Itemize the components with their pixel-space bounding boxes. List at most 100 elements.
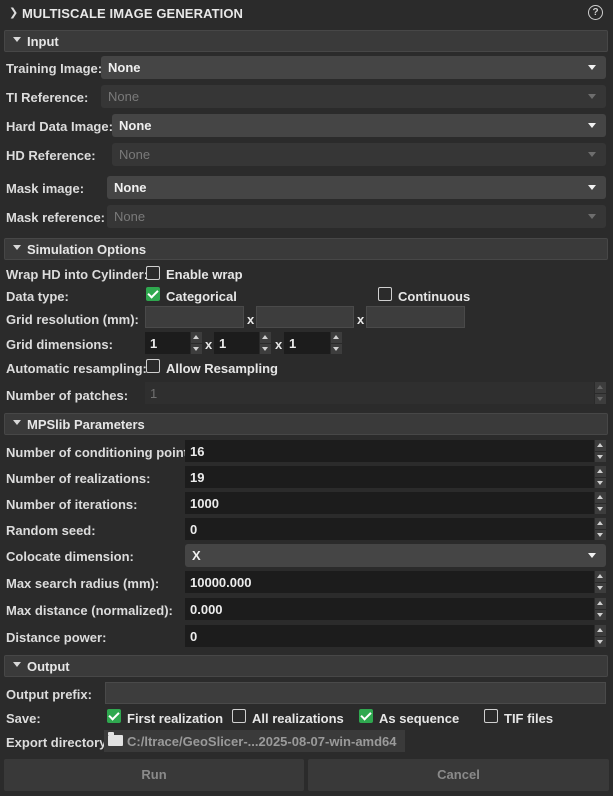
folder-icon <box>108 732 123 746</box>
save-label: Save: <box>6 711 41 726</box>
max-search-radius-label: Max search radius (mm): <box>6 576 160 591</box>
x-separator: x <box>275 337 283 352</box>
max-distance-spinbox[interactable]: 0.000 <box>185 598 606 620</box>
combo-value: None <box>119 147 151 162</box>
spin-arrows-icon[interactable] <box>594 571 606 593</box>
panel-title: MULTISCALE IMAGE GENERATION <box>22 6 244 21</box>
grid-dimension-x-spinbox[interactable]: 1 <box>145 332 202 354</box>
x-separator: x <box>205 337 213 352</box>
spin-arrows-icon[interactable] <box>594 492 606 514</box>
continuous-checkbox[interactable] <box>378 287 392 301</box>
export-directory-path: C:/ltrace/GeoSlicer-...2025-08-07-win-am… <box>127 734 397 749</box>
training-image-label: Training Image: <box>6 61 103 76</box>
collapse-arrow-icon <box>13 37 21 42</box>
categorical-checkbox[interactable] <box>146 287 160 301</box>
spin-arrows-icon[interactable] <box>594 382 606 404</box>
iterations-label: Number of iterations: <box>6 497 138 512</box>
dropdown-arrow-icon <box>588 553 596 558</box>
dropdown-arrow-icon <box>588 123 596 128</box>
section-title: Input <box>27 34 59 49</box>
random-seed-spinbox[interactable]: 0 <box>185 518 606 540</box>
spin-arrows-icon[interactable] <box>330 332 342 354</box>
combo-value: None <box>114 180 147 195</box>
grid-resolution-z-input[interactable] <box>366 306 465 328</box>
as-sequence-checkbox[interactable] <box>359 709 373 723</box>
section-simulation-header[interactable]: Simulation Options <box>4 238 608 260</box>
export-directory-label: Export directory: <box>6 735 111 750</box>
all-realizations-checkbox[interactable] <box>232 709 246 723</box>
ti-reference-combo[interactable]: None <box>101 85 606 108</box>
section-output-header[interactable]: Output <box>4 655 608 677</box>
first-realization-checkbox[interactable] <box>107 709 121 723</box>
training-image-combo[interactable]: None <box>101 56 606 79</box>
dropdown-arrow-icon <box>588 94 596 99</box>
section-mpslib-header[interactable]: MPSlib Parameters <box>4 413 608 435</box>
first-realization-label[interactable]: First realization <box>127 711 223 726</box>
spin-arrows-icon[interactable] <box>594 518 606 540</box>
dropdown-arrow-icon <box>588 152 596 157</box>
spin-arrows-icon[interactable] <box>190 332 202 354</box>
enable-wrap-label[interactable]: Enable wrap <box>166 267 243 282</box>
grid-resolution-x-input[interactable] <box>145 306 244 328</box>
max-search-radius-spinbox[interactable]: 10000.000 <box>185 571 606 593</box>
data-type-label: Data type: <box>6 289 69 304</box>
allow-resampling-checkbox[interactable] <box>146 359 160 373</box>
collapse-arrow-icon <box>13 662 21 667</box>
conditioning-points-label: Number of conditioning points: <box>6 445 200 460</box>
combo-value: X <box>192 548 201 563</box>
random-seed-label: Random seed: <box>6 523 96 538</box>
collapse-arrow-icon <box>13 420 21 425</box>
tif-files-label[interactable]: TIF files <box>504 711 553 726</box>
conditioning-points-spinbox[interactable]: 16 <box>185 440 606 462</box>
help-icon[interactable]: ? <box>588 5 603 20</box>
number-of-patches-spinbox[interactable]: 1 <box>145 382 606 404</box>
max-distance-label: Max distance (normalized): <box>6 603 173 618</box>
spin-arrows-icon[interactable] <box>594 466 606 488</box>
hard-data-image-label: Hard Data Image: <box>6 119 113 134</box>
distance-power-spinbox[interactable]: 0 <box>185 625 606 647</box>
section-title: MPSlib Parameters <box>27 417 145 432</box>
mask-image-combo[interactable]: None <box>107 176 606 199</box>
x-separator: x <box>247 312 255 327</box>
grid-dimension-y-spinbox[interactable]: 1 <box>214 332 271 354</box>
ti-reference-label: TI Reference: <box>6 90 89 105</box>
colocate-dimension-label: Colocate dimension: <box>6 549 134 564</box>
realizations-spinbox[interactable]: 19 <box>185 466 606 488</box>
allow-resampling-label[interactable]: Allow Resampling <box>166 361 278 376</box>
dropdown-arrow-icon <box>588 214 596 219</box>
categorical-label[interactable]: Categorical <box>166 289 237 304</box>
export-directory-button[interactable]: C:/ltrace/GeoSlicer-...2025-08-07-win-am… <box>104 730 405 752</box>
grid-resolution-label: Grid resolution (mm): <box>6 312 139 327</box>
cancel-button[interactable]: Cancel <box>308 759 609 791</box>
section-title: Output <box>27 659 70 674</box>
iterations-spinbox[interactable]: 1000 <box>185 492 606 514</box>
as-sequence-label[interactable]: As sequence <box>379 711 459 726</box>
grid-dimension-z-spinbox[interactable]: 1 <box>284 332 342 354</box>
run-button[interactable]: Run <box>4 759 304 791</box>
number-of-patches-label: Number of patches: <box>6 388 129 403</box>
hd-reference-combo[interactable]: None <box>112 143 606 166</box>
panel-header[interactable]: ❯ MULTISCALE IMAGE GENERATION ? <box>0 0 613 26</box>
grid-resolution-y-input[interactable] <box>256 306 354 328</box>
spin-arrows-icon[interactable] <box>594 625 606 647</box>
colocate-dimension-combo[interactable]: X <box>185 544 606 567</box>
spin-arrows-icon[interactable] <box>259 332 271 354</box>
section-title: Simulation Options <box>27 242 147 257</box>
spin-arrows-icon[interactable] <box>594 598 606 620</box>
distance-power-label: Distance power: <box>6 630 107 645</box>
mask-reference-combo[interactable]: None <box>107 205 606 228</box>
grid-dimensions-label: Grid dimensions: <box>6 337 113 352</box>
dropdown-arrow-icon <box>588 65 596 70</box>
output-prefix-input[interactable] <box>105 682 606 704</box>
tif-files-checkbox[interactable] <box>484 709 498 723</box>
continuous-label[interactable]: Continuous <box>398 289 470 304</box>
all-realizations-label[interactable]: All realizations <box>252 711 344 726</box>
collapse-arrow-icon <box>13 245 21 250</box>
automatic-resampling-label: Automatic resampling: <box>6 361 147 376</box>
section-input-header[interactable]: Input <box>4 30 608 52</box>
hard-data-image-combo[interactable]: None <box>112 114 606 137</box>
enable-wrap-checkbox[interactable] <box>146 266 160 280</box>
wrap-label: Wrap HD into Cylinder: <box>6 267 149 282</box>
chevron-right-icon[interactable]: ❯ <box>9 6 18 19</box>
spin-arrows-icon[interactable] <box>594 440 606 462</box>
